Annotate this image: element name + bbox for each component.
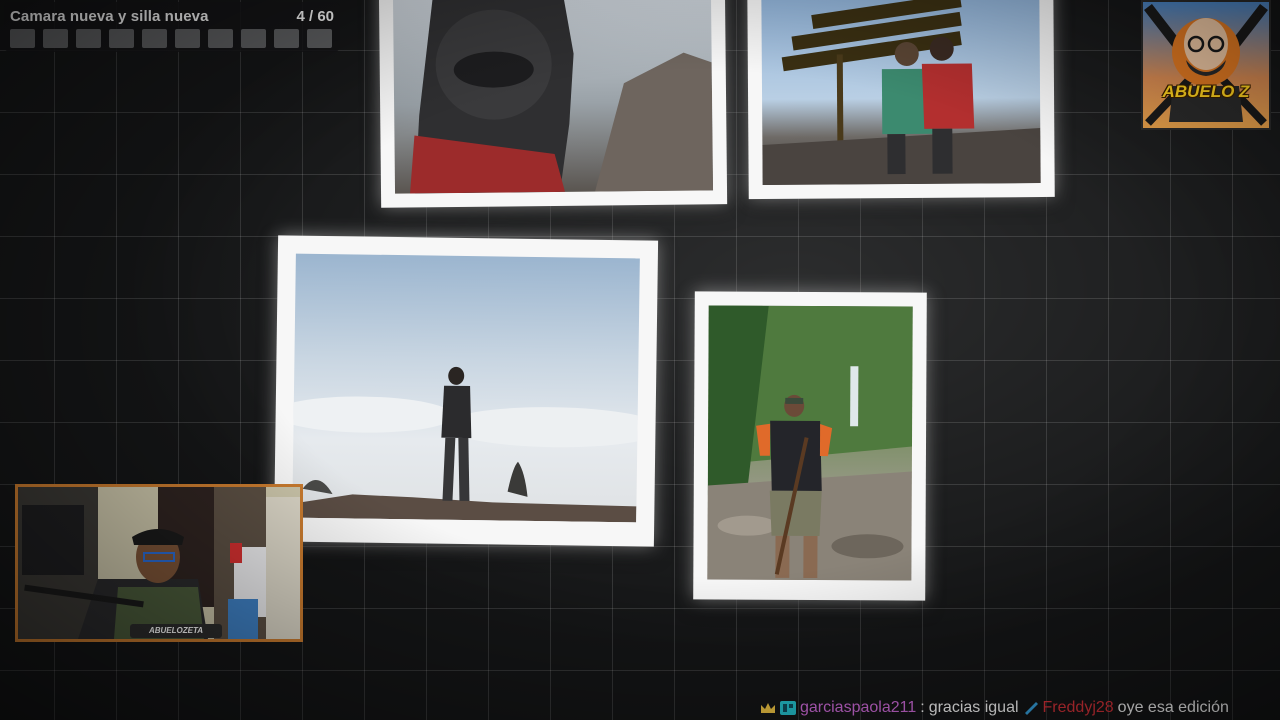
logo-text: ABUELO Z — [1162, 82, 1250, 101]
goal-title: Camara nueva y silla nueva — [10, 8, 209, 25]
webcam-illustration — [18, 487, 300, 639]
chat-separator: : — [920, 699, 925, 716]
photo-image — [761, 0, 1041, 185]
chat-username[interactable]: Freddyj28 — [1043, 699, 1114, 717]
goal-progress-bar — [10, 29, 332, 48]
photo-waterfall-hiker — [693, 291, 927, 601]
photo-above-clouds — [273, 235, 659, 547]
photo-summit-sign — [747, 0, 1055, 200]
sword-badge-icon — [1023, 701, 1039, 715]
goal-segment — [307, 29, 332, 48]
photo-masked-climber — [378, 0, 728, 208]
avatar-face-icon — [1144, 3, 1268, 126]
goal-segment — [109, 29, 134, 48]
channel-logo: ABUELO Z — [1141, 0, 1271, 130]
chat-ticker: garciaspaola211 : gracias igual Freddyj2… — [760, 697, 1229, 719]
summit-sign-illustration — [762, 0, 1041, 185]
chat-username[interactable]: garciaspaola211 — [800, 699, 916, 717]
photo-image — [292, 253, 640, 523]
goal-segment — [76, 29, 101, 48]
goal-count: 4 / 60 — [296, 8, 334, 25]
goal-segment — [241, 29, 266, 48]
above-clouds-illustration — [292, 366, 640, 523]
channel-badge-icon — [780, 701, 796, 715]
stream-scene: Camara nueva y silla nueva 4 / 60 ABUELO… — [0, 0, 1280, 720]
goal-segment — [175, 29, 200, 48]
goal-segment — [142, 29, 167, 48]
photo-image — [392, 0, 714, 194]
webcam-feed: ABUELOZETA — [15, 484, 303, 642]
photo-image — [707, 305, 913, 581]
goal-segment — [274, 29, 299, 48]
webcam-name-label: ABUELOZETA — [130, 624, 222, 638]
waterfall-hiker-illustration — [707, 305, 913, 581]
chat-message-text: oye esa edición — [1117, 699, 1229, 716]
goal-segment — [43, 29, 68, 48]
crown-badge-icon — [760, 701, 776, 715]
goal-segment — [208, 29, 233, 48]
goal-segment — [10, 29, 35, 48]
chat-message-text: gracias igual — [928, 699, 1019, 716]
masked-climber-illustration — [410, 0, 714, 194]
subscriber-goal-widget: Camara nueva y silla nueva 4 / 60 — [4, 2, 340, 52]
